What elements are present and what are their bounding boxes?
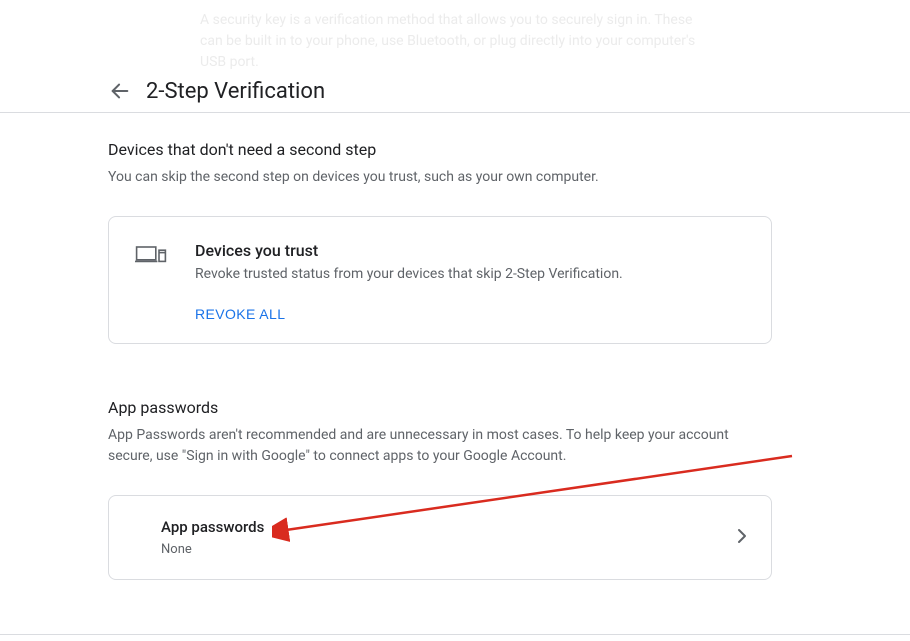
app-passwords-card[interactable]: App passwords None (108, 495, 772, 580)
bottom-divider (0, 634, 910, 635)
page-title: 2-Step Verification (146, 79, 325, 104)
revoke-all-button[interactable]: REVOKE ALL (195, 306, 285, 322)
app-passwords-card-title: App passwords (161, 518, 737, 536)
app-passwords-card-value: None (161, 542, 737, 557)
devices-icon (133, 241, 169, 267)
app-passwords-section-subtitle: App Passwords aren't recommended and are… (108, 425, 772, 467)
back-button[interactable] (108, 79, 132, 103)
page-header: 2-Step Verification (0, 70, 910, 112)
devices-trust-title: Devices you trust (195, 241, 747, 260)
arrow-left-icon (109, 80, 131, 102)
devices-section-title: Devices that don't need a second step (108, 140, 772, 159)
devices-section-subtitle: You can skip the second step on devices … (108, 167, 772, 188)
header-divider (0, 112, 910, 113)
chevron-right-icon (737, 528, 747, 548)
devices-trust-card: Devices you trust Revoke trusted status … (108, 216, 772, 344)
devices-trust-desc: Revoke trusted status from your devices … (195, 266, 747, 282)
app-passwords-section-title: App passwords (108, 398, 772, 417)
